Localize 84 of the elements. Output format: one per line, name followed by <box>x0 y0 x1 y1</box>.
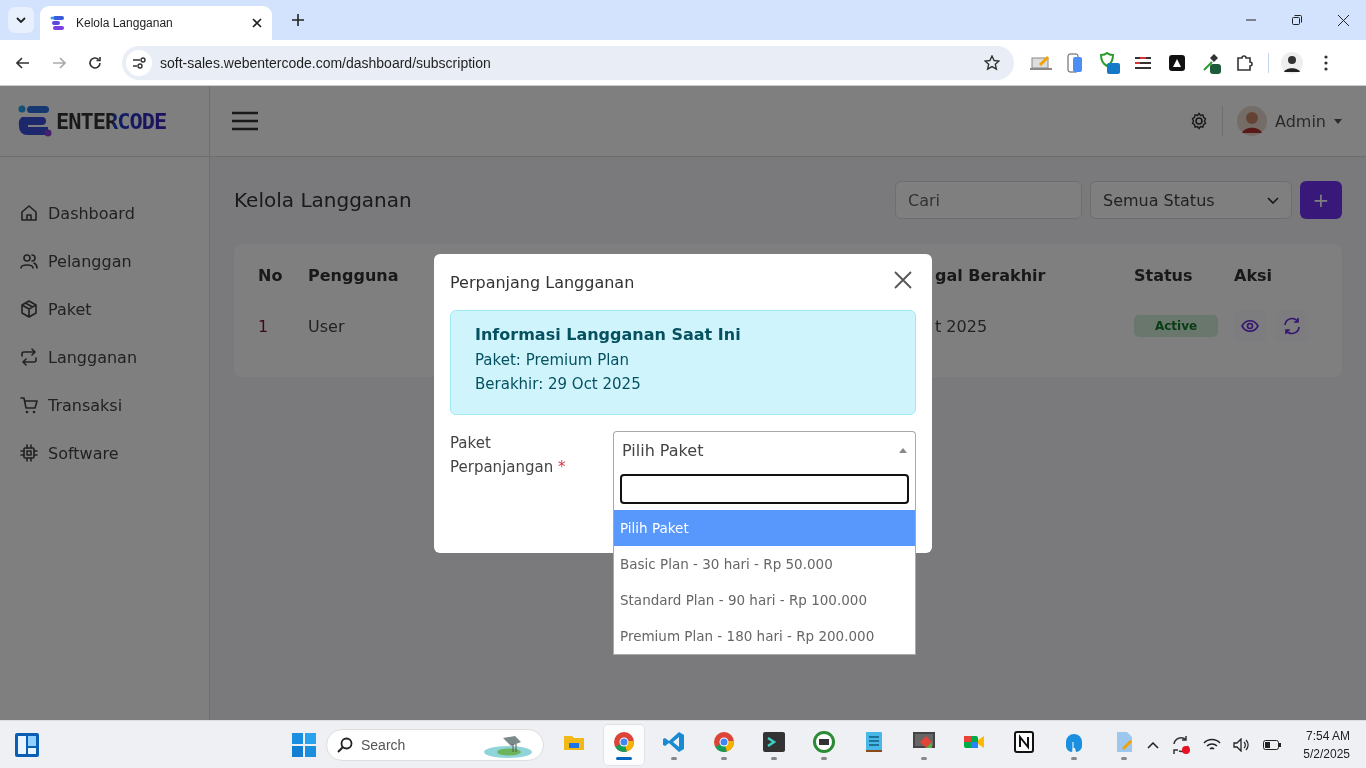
sidebar-item[interactable]: Dashboard <box>0 189 209 237</box>
sync-icon[interactable] <box>1171 735 1192 755</box>
speaker-icon[interactable] <box>1233 738 1252 752</box>
minimize-icon <box>1246 19 1256 21</box>
dropdown-option[interactable]: Basic Plan - 30 hari - Rp 50.000 <box>614 546 915 582</box>
site-info-button[interactable] <box>126 49 152 76</box>
menu-icon[interactable] <box>232 111 258 131</box>
close-icon[interactable] <box>252 18 262 28</box>
house-icon <box>20 204 38 222</box>
profile-avatar-icon[interactable] <box>1281 51 1303 74</box>
column-header: Status <box>1134 266 1193 285</box>
eye-icon <box>1241 320 1259 332</box>
info-text: Paket: Premium Plan <box>475 350 631 371</box>
caret-icon <box>16 17 26 23</box>
settings-icon[interactable] <box>1190 112 1208 130</box>
table-cell: 1 <box>258 316 269 336</box>
plus-icon <box>292 14 304 26</box>
url-text: soft-sales.webentercode.com/dashboard/subscription <box>160 54 492 71</box>
tab-list-button[interactable] <box>8 7 34 33</box>
chevron-down-icon <box>1267 196 1279 204</box>
back-arrow-icon <box>16 56 30 69</box>
sidebar-item[interactable]: Langganan <box>0 333 209 381</box>
bookmark-star-icon[interactable] <box>984 54 1000 71</box>
code-editor-icon <box>662 729 686 754</box>
avatar-icon <box>1237 106 1267 136</box>
column-header: gal Berakhir <box>935 266 1046 285</box>
circle-badge-icon <box>812 729 836 754</box>
swap-arrows-icon <box>20 348 38 366</box>
forward-arrow-icon <box>52 56 66 69</box>
page-title: Kelola Langganan <box>234 188 413 212</box>
search-field[interactable]: Cari <box>895 181 1082 219</box>
close-icon <box>1337 14 1349 26</box>
sidebar-item[interactable]: Software <box>0 429 209 477</box>
tab-title: Kelola Langganan <box>76 16 174 30</box>
info-text: Berakhir: 29 Oct 2025 <box>475 374 642 395</box>
taskbar-search[interactable]: Search <box>326 728 544 761</box>
sidebar-item[interactable]: Pelanggan <box>0 237 209 285</box>
column-header: No <box>258 266 283 285</box>
chrome-icon <box>612 729 636 754</box>
chrome-icon <box>712 729 736 754</box>
dropdown-option[interactable]: Premium Plan - 180 hari - Rp 200.000 <box>614 618 915 654</box>
chevron-up-icon[interactable] <box>1147 741 1160 749</box>
status-badge: Active <box>1134 315 1218 337</box>
cart-icon <box>20 396 38 414</box>
chip-icon <box>20 444 38 462</box>
search-icon <box>337 736 353 753</box>
close-icon[interactable] <box>894 271 912 289</box>
people-icon <box>20 252 38 270</box>
browser-tab[interactable]: Kelola Langganan <box>40 6 272 40</box>
user-menu[interactable]: Admin <box>1237 106 1342 136</box>
caret-up-icon <box>899 447 907 453</box>
favicon-icon <box>50 15 66 31</box>
logo-icon <box>18 105 52 137</box>
shield-badge-icon[interactable] <box>1098 51 1120 74</box>
sidebar-item[interactable]: Transaksi <box>0 381 209 429</box>
widgets-icon[interactable] <box>14 732 40 758</box>
reload-icon <box>88 55 102 70</box>
windows-start-icon[interactable] <box>292 732 316 757</box>
refresh-icon <box>1283 317 1301 335</box>
dropdown-option[interactable]: Standard Plan - 90 hari - Rp 100.000 <box>614 582 915 618</box>
clock[interactable]: 7:54 AM 5/2/2025 <box>1303 727 1350 763</box>
field-label: Paket Perpanjangan * <box>450 433 567 478</box>
box-icon <box>20 300 38 318</box>
add-button[interactable]: + <box>1300 181 1342 219</box>
package-select[interactable]: Pilih Paket <box>613 431 916 469</box>
wifi-icon[interactable] <box>1203 738 1222 752</box>
dropdown-search-field[interactable] <box>620 474 909 504</box>
caret-icon <box>1334 118 1342 124</box>
info-heading: Informasi Langganan Saat Ini <box>475 325 742 344</box>
dropdown-option[interactable]: Pilih Paket <box>614 510 915 546</box>
tune-icon <box>132 56 146 69</box>
address-bar[interactable]: soft-sales.webentercode.com/dashboard/subscription <box>122 45 1014 80</box>
status-dropdown[interactable]: Semua Status <box>1090 181 1292 219</box>
column-header: Aksi <box>1234 266 1273 285</box>
column-header: Pengguna <box>308 266 399 285</box>
sidebar-item[interactable]: Paket <box>0 285 209 333</box>
notion-icon <box>1012 729 1036 754</box>
table-cell: User <box>308 316 345 336</box>
more-menu-icon[interactable] <box>1324 54 1328 71</box>
terminal-icon <box>762 729 786 754</box>
modal-title: Perpanjang Langganan <box>450 272 635 292</box>
restore-icon <box>1292 15 1302 25</box>
table-cell: t 2025 <box>935 316 988 336</box>
battery-icon[interactable] <box>1263 740 1282 750</box>
